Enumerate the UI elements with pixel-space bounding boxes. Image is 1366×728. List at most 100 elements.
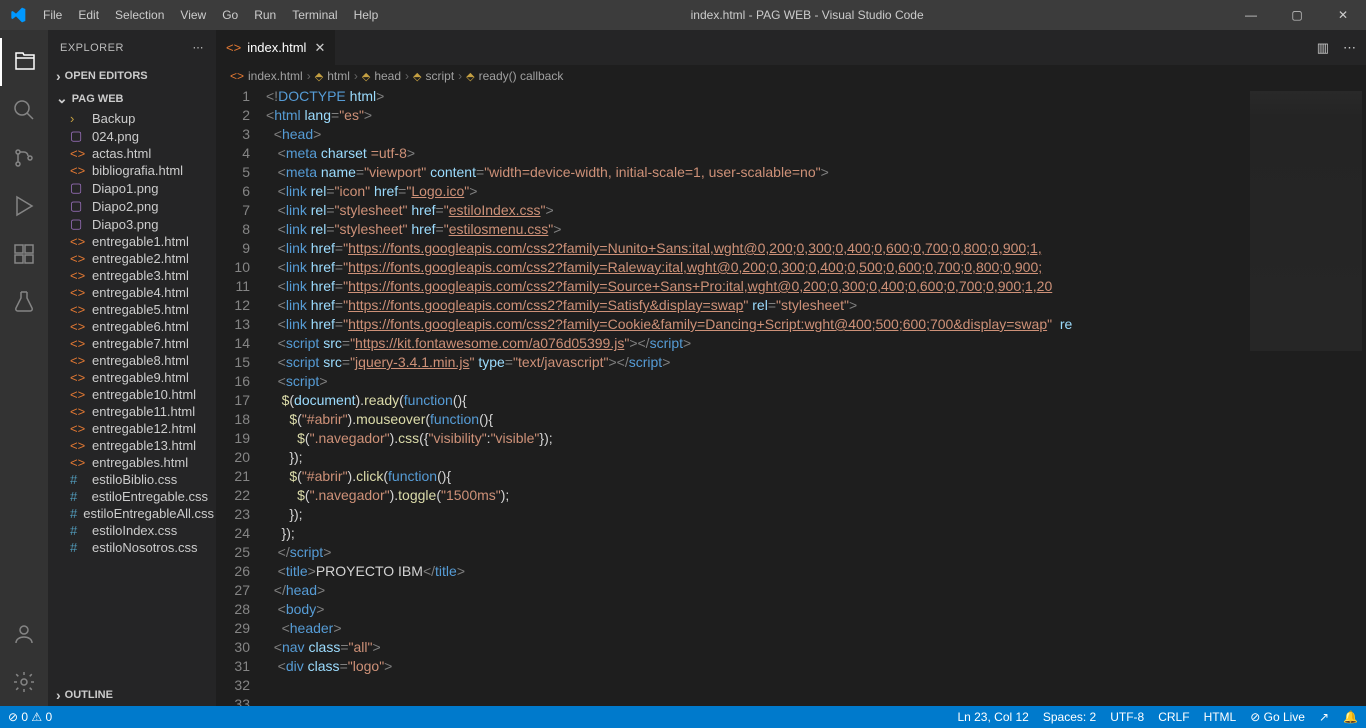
status-indent[interactable]: Spaces: 2 bbox=[1043, 710, 1096, 724]
code-editor[interactable]: 1234567891011121314151617181920212223242… bbox=[216, 87, 1366, 706]
file-item[interactable]: <>bibliografia.html bbox=[48, 162, 216, 179]
file-label: actas.html bbox=[92, 146, 151, 161]
file-label: entregable11.html bbox=[92, 404, 195, 419]
breadcrumb-item[interactable]: index.html bbox=[248, 69, 303, 83]
split-editor-icon[interactable]: ▥ bbox=[1317, 40, 1329, 56]
status-feedback-icon[interactable]: ↗ bbox=[1319, 710, 1329, 724]
close-icon[interactable]: ✕ bbox=[314, 40, 325, 56]
minimap[interactable] bbox=[1246, 87, 1366, 706]
symbol-icon: ⬘ bbox=[362, 70, 370, 83]
file-tree: ›Backup▢024.png<>actas.html<>bibliografi… bbox=[48, 110, 216, 684]
file-icon: ▢ bbox=[70, 216, 86, 232]
source-control-icon[interactable] bbox=[0, 134, 48, 182]
menu-view[interactable]: View bbox=[172, 8, 214, 22]
file-item[interactable]: #estiloNosotros.css bbox=[48, 539, 216, 556]
file-label: entregable8.html bbox=[92, 353, 189, 368]
menu-run[interactable]: Run bbox=[246, 8, 284, 22]
file-label: entregable5.html bbox=[92, 302, 189, 317]
file-item[interactable]: <>entregable9.html bbox=[48, 369, 216, 386]
file-icon: <> bbox=[70, 285, 86, 300]
gear-icon[interactable] bbox=[0, 658, 48, 706]
file-item[interactable]: <>entregable13.html bbox=[48, 437, 216, 454]
status-problems[interactable]: ⊘ 0 ⚠ 0 bbox=[8, 710, 52, 724]
status-language[interactable]: HTML bbox=[1204, 710, 1237, 724]
code-body[interactable]: <!DOCTYPE html><html lang="es"> <head> <… bbox=[266, 87, 1246, 706]
file-label: estiloIndex.css bbox=[92, 523, 177, 538]
file-item[interactable]: <>entregable6.html bbox=[48, 318, 216, 335]
file-item[interactable]: #estiloIndex.css bbox=[48, 522, 216, 539]
minimize-button[interactable]: — bbox=[1228, 8, 1274, 22]
file-item[interactable]: <>entregable8.html bbox=[48, 352, 216, 369]
explorer-icon[interactable] bbox=[0, 38, 48, 86]
run-debug-icon[interactable] bbox=[0, 182, 48, 230]
section-open-editors[interactable]: OPEN EDITORS bbox=[48, 65, 216, 87]
file-icon: <> bbox=[70, 251, 86, 266]
status-bell-icon[interactable]: 🔔 bbox=[1343, 710, 1358, 724]
menu-terminal[interactable]: Terminal bbox=[284, 8, 345, 22]
file-item[interactable]: ›Backup bbox=[48, 110, 216, 127]
breadcrumb-item[interactable]: head bbox=[374, 69, 401, 83]
file-item[interactable]: <> entregable4.html bbox=[48, 284, 216, 301]
menu-go[interactable]: Go bbox=[214, 8, 246, 22]
file-item[interactable]: <> entregable3.html bbox=[48, 267, 216, 284]
status-cursor[interactable]: Ln 23, Col 12 bbox=[957, 710, 1028, 724]
breadcrumb[interactable]: <> index.html › ⬘ html › ⬘ head › ⬘ scri… bbox=[216, 65, 1366, 87]
title-bar: File Edit Selection View Go Run Terminal… bbox=[0, 0, 1366, 30]
file-icon: <> bbox=[70, 404, 86, 419]
file-item[interactable]: <>entregable12.html bbox=[48, 420, 216, 437]
file-item[interactable]: <>entregable5.html bbox=[48, 301, 216, 318]
file-item[interactable]: ▢024.png bbox=[48, 127, 216, 145]
menu-file[interactable]: File bbox=[35, 8, 70, 22]
file-item[interactable]: <>entregable1.html bbox=[48, 233, 216, 250]
section-folder[interactable]: PAG WEB bbox=[48, 87, 216, 110]
file-item[interactable]: # estiloEntregable.css bbox=[48, 488, 216, 505]
file-item[interactable]: <>actas.html bbox=[48, 145, 216, 162]
file-item[interactable]: ▢Diapo2.png bbox=[48, 197, 216, 215]
status-encoding[interactable]: UTF-8 bbox=[1110, 710, 1144, 724]
folder-icon: › bbox=[70, 111, 86, 126]
breadcrumb-item[interactable]: ready() callback bbox=[479, 69, 564, 83]
file-label: estiloEntregable.css bbox=[92, 489, 208, 504]
file-label: entregable6.html bbox=[92, 319, 189, 334]
close-button[interactable]: ✕ bbox=[1320, 8, 1366, 22]
file-label: entregable9.html bbox=[92, 370, 189, 385]
file-label: 024.png bbox=[92, 129, 139, 144]
sidebar-more-icon[interactable]: ⋯ bbox=[193, 41, 205, 54]
file-label: estiloNosotros.css bbox=[92, 540, 197, 555]
extensions-icon[interactable] bbox=[0, 230, 48, 278]
file-label: entregable4.html bbox=[92, 285, 189, 300]
menu-help[interactable]: Help bbox=[346, 8, 387, 22]
tab-bar: <> index.html ✕ ▥ ⋯ bbox=[216, 30, 1366, 65]
menu-selection[interactable]: Selection bbox=[107, 8, 172, 22]
file-label: entregable3.html bbox=[92, 268, 189, 283]
file-item[interactable]: <>entregable7.html bbox=[48, 335, 216, 352]
file-item[interactable]: ▢Diapo3.png bbox=[48, 215, 216, 233]
tab-index-html[interactable]: <> index.html ✕ bbox=[216, 30, 336, 65]
search-icon[interactable] bbox=[0, 86, 48, 134]
file-item[interactable]: <>entregable2.html bbox=[48, 250, 216, 267]
menu-edit[interactable]: Edit bbox=[70, 8, 107, 22]
breadcrumb-item[interactable]: script bbox=[426, 69, 455, 83]
file-icon: <> bbox=[70, 387, 86, 402]
breadcrumb-item[interactable]: html bbox=[327, 69, 350, 83]
file-icon: # bbox=[70, 489, 86, 504]
file-item[interactable]: ▢Diapo1.png bbox=[48, 179, 216, 197]
status-golive[interactable]: ⊘ Go Live bbox=[1250, 710, 1305, 724]
section-outline[interactable]: OUTLINE bbox=[48, 684, 216, 706]
file-item[interactable]: #estiloBiblio.css bbox=[48, 471, 216, 488]
file-item[interactable]: <>entregables.html bbox=[48, 454, 216, 471]
maximize-button[interactable]: ▢ bbox=[1274, 8, 1320, 22]
account-icon[interactable] bbox=[0, 610, 48, 658]
more-actions-icon[interactable]: ⋯ bbox=[1343, 40, 1356, 56]
file-item[interactable]: #estiloEntregableAll.css bbox=[48, 505, 216, 522]
symbol-icon: ⬘ bbox=[466, 70, 474, 83]
file-icon: <> bbox=[70, 268, 86, 283]
file-item[interactable]: <>entregable10.html bbox=[48, 386, 216, 403]
status-eol[interactable]: CRLF bbox=[1158, 710, 1189, 724]
file-icon: <> bbox=[70, 438, 86, 453]
vscode-logo-icon bbox=[0, 7, 35, 23]
testing-icon[interactable] bbox=[0, 278, 48, 326]
sidebar: EXPLORER ⋯ OPEN EDITORS PAG WEB ›Backup▢… bbox=[48, 30, 216, 706]
file-item[interactable]: <> entregable11.html bbox=[48, 403, 216, 420]
window-controls: — ▢ ✕ bbox=[1228, 8, 1366, 22]
